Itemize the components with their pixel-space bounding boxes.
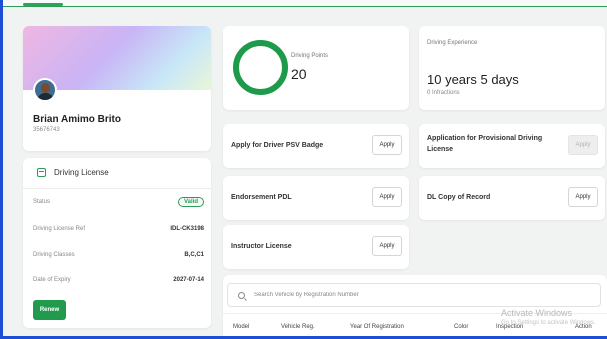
avatar-body-shape bbox=[37, 93, 54, 100]
points-label: Driving Points bbox=[291, 53, 329, 59]
license-header: Driving License bbox=[37, 168, 109, 177]
avatar-head-shape bbox=[41, 83, 50, 93]
column-header: Year Of Registration bbox=[350, 324, 404, 330]
license-row-label: Status bbox=[33, 199, 51, 205]
column-header: Vehicle Reg. bbox=[281, 324, 315, 330]
column-header: Model bbox=[233, 324, 250, 330]
license-row-value: IDL-CK3198 bbox=[170, 226, 204, 232]
license-card-icon bbox=[37, 168, 46, 177]
license-row-classes: Driving Classes B,C,C1 bbox=[33, 248, 204, 262]
apply-psv-badge-button[interactable]: Apply bbox=[372, 135, 402, 155]
profile-card: Brian Amimo Brito 35676743 bbox=[23, 26, 211, 151]
apply-dl-copy-button[interactable]: Apply bbox=[568, 187, 598, 207]
dl-copy-label: DL Copy of Record bbox=[427, 194, 491, 201]
vehicles-card: Model Vehicle Reg. Year Of Registration … bbox=[223, 275, 607, 336]
license-row-ref: Driving License Ref IDL-CK3198 bbox=[33, 222, 204, 236]
instructor-license-card: Instructor License Apply bbox=[223, 225, 409, 269]
instructor-license-label: Instructor License bbox=[231, 243, 292, 250]
points-value: 20 bbox=[291, 66, 307, 82]
license-row-value: 2027-07-14 bbox=[173, 277, 204, 283]
activate-windows-watermark: Activate Windows bbox=[501, 308, 573, 318]
apply-endorsement-button[interactable]: Apply bbox=[372, 187, 402, 207]
license-row-label: Driving License Ref bbox=[33, 226, 86, 232]
points-ring-gauge bbox=[233, 40, 288, 95]
endorsement-pdl-card: Endorsement PDL Apply bbox=[223, 176, 409, 220]
provisional-license-card: Application for Provisional Driving Lice… bbox=[419, 124, 605, 168]
apply-provisional-button[interactable]: Apply bbox=[568, 135, 598, 155]
license-row-label: Date of Expiry bbox=[33, 277, 71, 283]
provisional-license-label: Application for Provisional Driving Lice… bbox=[427, 135, 543, 153]
experience-value: 10 years 5 days bbox=[427, 72, 519, 87]
search-icon bbox=[238, 291, 245, 299]
driving-experience-card: Driving Experience 10 years 5 days 0 Inf… bbox=[419, 26, 605, 110]
vehicle-search-input[interactable] bbox=[254, 292, 584, 298]
active-tab-indicator[interactable] bbox=[23, 3, 63, 6]
license-title: Driving License bbox=[54, 168, 109, 177]
apply-instructor-button[interactable]: Apply bbox=[372, 236, 402, 256]
dl-copy-card: DL Copy of Record Apply bbox=[419, 176, 605, 220]
vehicle-search-box[interactable] bbox=[227, 283, 601, 307]
license-row-expiry: Date of Expiry 2027-07-14 bbox=[33, 273, 204, 287]
column-header: Color bbox=[454, 324, 469, 330]
profile-id-number: 35676743 bbox=[33, 127, 60, 133]
top-nav-bar bbox=[3, 0, 607, 7]
activate-windows-subtext: Go to Settings to activate Windows. bbox=[501, 320, 596, 326]
endorsement-pdl-label: Endorsement PDL bbox=[231, 194, 292, 201]
profile-name: Brian Amimo Brito bbox=[33, 114, 121, 125]
app-frame: Brian Amimo Brito 35676743 Driving Licen… bbox=[0, 0, 607, 339]
avatar bbox=[33, 78, 57, 102]
psv-badge-label: Apply for Driver PSV Badge bbox=[231, 142, 324, 149]
renew-button[interactable]: Renew bbox=[33, 300, 66, 320]
license-row-value: B,C,C1 bbox=[184, 252, 204, 258]
license-row-label: Driving Classes bbox=[33, 252, 75, 258]
experience-label: Driving Experience bbox=[427, 40, 478, 46]
infractions-count: 0 Infractions bbox=[427, 90, 460, 96]
driving-points-card: Driving Points 20 bbox=[223, 26, 409, 110]
driving-license-card: Driving License Status Valid Driving Lic… bbox=[23, 158, 211, 328]
status-badge: Valid bbox=[177, 197, 204, 207]
psv-badge-card: Apply for Driver PSV Badge Apply bbox=[223, 124, 409, 168]
divider bbox=[23, 188, 211, 189]
license-row-status: Status Valid bbox=[33, 195, 204, 209]
